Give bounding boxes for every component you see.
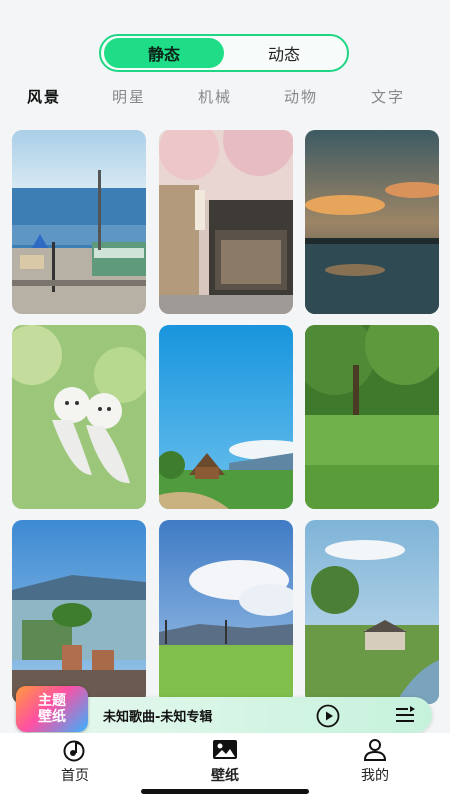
- wallpaper-tile-green-meadow[interactable]: [305, 325, 439, 509]
- wallpaper-tile-rooftop-flowers[interactable]: [12, 520, 146, 704]
- wallpaper-tile-teru-teru-bozu[interactable]: [12, 325, 146, 509]
- wallpaper-tile-rice-field[interactable]: [159, 520, 293, 704]
- tab-mine-label: 我的: [361, 768, 389, 784]
- home-indicator: [141, 789, 309, 794]
- category-machinery[interactable]: 机械: [198, 86, 232, 107]
- badge-line-2: 壁纸: [38, 709, 66, 725]
- wallpaper-tile-seaside-railway[interactable]: [12, 130, 146, 314]
- wallpaper-tile-sunset-lake[interactable]: [305, 130, 439, 314]
- category-animals[interactable]: 动物: [284, 86, 318, 107]
- category-landscape[interactable]: 风景: [27, 86, 61, 107]
- dynamic-tab[interactable]: 动态: [224, 38, 344, 68]
- image-icon: [213, 740, 237, 759]
- wallpaper-tile-village-sky[interactable]: [159, 325, 293, 509]
- category-celebrity[interactable]: 明星: [112, 86, 146, 107]
- tab-home-label: 首页: [61, 768, 89, 784]
- person-icon: [363, 739, 387, 761]
- category-text[interactable]: 文字: [371, 86, 405, 107]
- badge-line-1: 主题: [38, 693, 66, 709]
- play-circle-icon[interactable]: [316, 704, 340, 728]
- category-tabs: 风景 明星 机械 动物 文字: [0, 86, 450, 110]
- now-playing-title: 未知歌曲-未知专辑: [103, 710, 213, 725]
- tab-wallpaper-label: 壁纸: [211, 768, 239, 784]
- static-tab[interactable]: 静态: [104, 38, 224, 68]
- tab-home[interactable]: 首页: [25, 733, 125, 800]
- theme-wallpaper-badge[interactable]: 主题 壁纸: [16, 686, 88, 732]
- wallpaper-tile-countryside-river[interactable]: [305, 520, 439, 704]
- static-dynamic-toggle: 静态 动态: [99, 34, 349, 72]
- wallpaper-tile-cherry-street[interactable]: [159, 130, 293, 314]
- playlist-icon[interactable]: [394, 704, 416, 726]
- tab-mine[interactable]: 我的: [325, 733, 425, 800]
- music-note-icon: [63, 740, 85, 762]
